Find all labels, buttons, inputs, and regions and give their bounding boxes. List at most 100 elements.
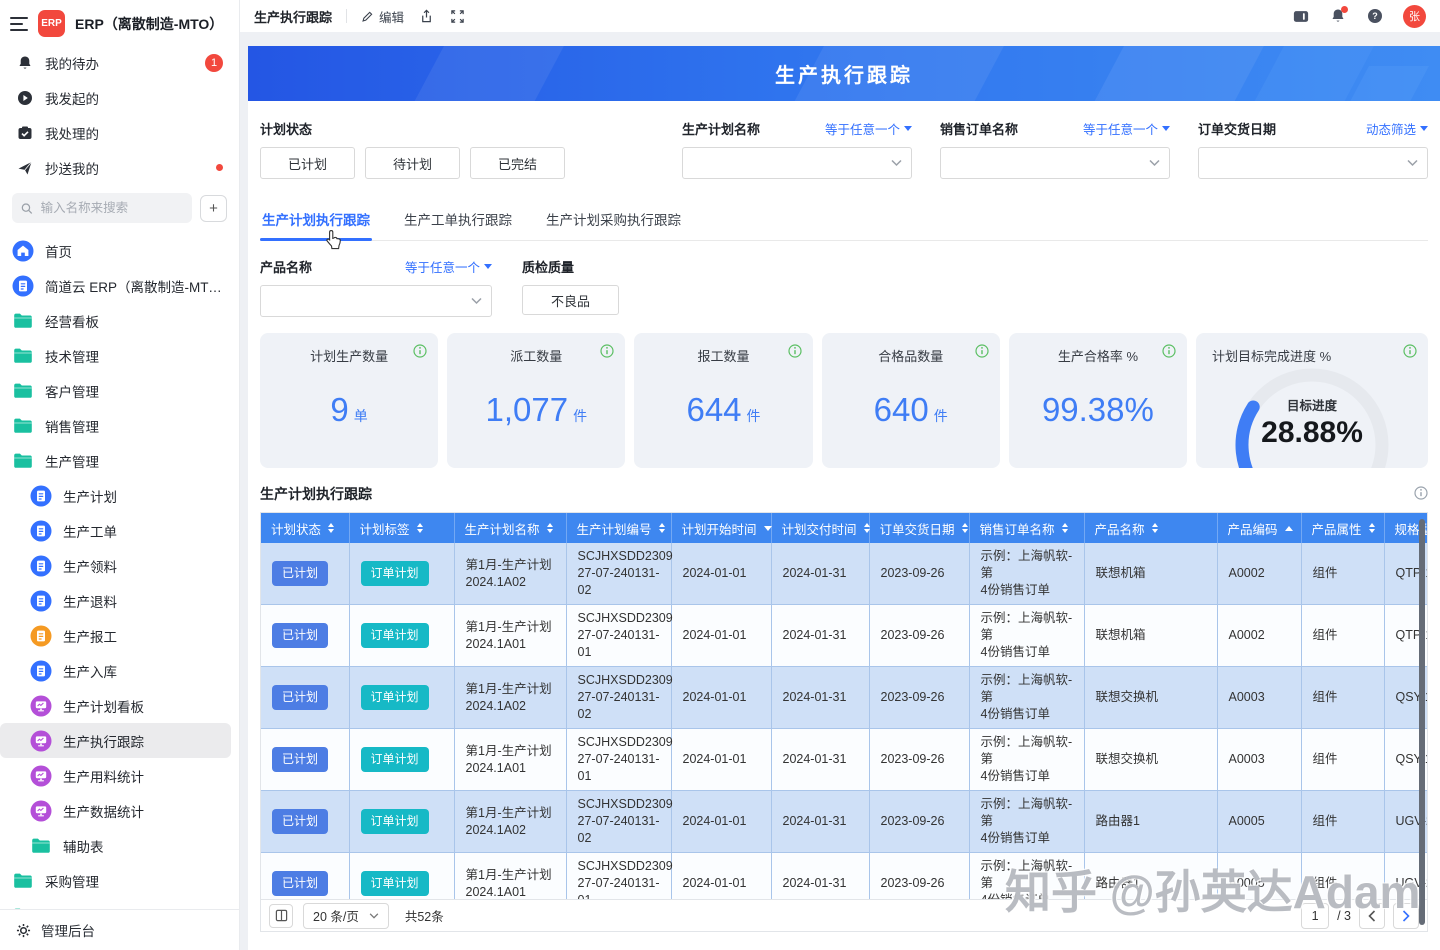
help-icon[interactable]: ? xyxy=(1366,8,1383,25)
tab-生产计划采购执行跟踪[interactable]: 生产计划采购执行跟踪 xyxy=(544,203,683,240)
sidebar-item-辅助表[interactable]: 辅助表 xyxy=(0,828,231,863)
info-icon[interactable] xyxy=(975,344,989,363)
sidebar-item-经营看板[interactable]: 经营看板 xyxy=(0,303,231,338)
page-size-select[interactable]: 20 条/页 xyxy=(303,903,389,929)
table-row[interactable]: 已计划订单计划第1月-生产计划 2024.1A02SCJHXSDD2309 27… xyxy=(261,543,1427,605)
fullscreen-button[interactable] xyxy=(449,8,466,25)
info-icon[interactable] xyxy=(788,344,802,363)
status-filter-button[interactable]: 待计划 xyxy=(365,147,460,179)
tab-生产工单执行跟踪[interactable]: 生产工单执行跟踪 xyxy=(402,203,514,240)
notification-bell-icon[interactable] xyxy=(1329,8,1346,25)
sidebar-item-生产入库[interactable]: 生产入库 xyxy=(0,653,231,688)
filter-select[interactable] xyxy=(1198,147,1428,179)
table-row[interactable]: 已计划订单计划第1月-生产计划 2024.1A01SCJHXSDD2309 27… xyxy=(261,729,1427,791)
kpi-card: 报工数量644件 xyxy=(634,333,812,468)
sidebar-item-生产数据统计[interactable]: 生产数据统计 xyxy=(0,793,231,828)
sidebar-item-生产用料统计[interactable]: 生产用料统计 xyxy=(0,758,231,793)
dash-icon xyxy=(30,765,52,787)
filter-operator[interactable]: 等于任意一个 xyxy=(825,119,912,138)
filter-operator[interactable]: 动态筛选 xyxy=(1366,119,1428,138)
sidebar-item-生产报工[interactable]: 生产报工 xyxy=(0,618,231,653)
plan-status-label: 计划状态 xyxy=(260,119,565,138)
bell-icon xyxy=(16,54,33,71)
filter-select[interactable] xyxy=(940,147,1170,179)
column-header-产品属性[interactable]: 产品属性 xyxy=(1301,513,1384,543)
column-header-计划标签[interactable]: 计划标签 xyxy=(349,513,454,543)
info-icon[interactable] xyxy=(413,344,427,363)
sidebar-item-label: 经营看板 xyxy=(45,311,99,331)
previous-page-button[interactable] xyxy=(1359,903,1385,929)
sidebar-item-生产领料[interactable]: 生产领料 xyxy=(0,548,231,583)
table-row[interactable]: 已计划订单计划第1月-生产计划 2024.1A01SCJHXSDD2309 27… xyxy=(261,853,1427,900)
sidebar-quick-item[interactable]: 我的待办1 xyxy=(0,45,239,80)
sidebar-item-销售管理[interactable]: 销售管理 xyxy=(0,408,231,443)
doc-icon xyxy=(30,485,52,507)
kpi-value: 99.38% xyxy=(1009,391,1187,429)
sidebar-item-简道云 ERP（离散制造-MTO）...[interactable]: 简道云 ERP（离散制造-MTO）... xyxy=(0,268,231,303)
status-filter-button[interactable]: 已完结 xyxy=(470,147,565,179)
status-filter-button[interactable]: 已计划 xyxy=(260,147,355,179)
cursor-hand-icon xyxy=(324,229,344,251)
admin-console-item[interactable]: 管理后台 xyxy=(0,909,239,950)
product-filter-operator[interactable]: 等于任意一个 xyxy=(405,257,492,276)
search-box[interactable] xyxy=(12,193,192,223)
column-header-计划交付时间[interactable]: 计划交付时间 xyxy=(771,513,869,543)
column-header-计划状态[interactable]: 计划状态 xyxy=(261,513,349,543)
column-header-产品名称[interactable]: 产品名称 xyxy=(1084,513,1217,543)
share-button[interactable] xyxy=(418,8,435,25)
info-icon[interactable] xyxy=(600,344,614,363)
add-button[interactable]: + xyxy=(200,195,227,222)
column-header-订单交货日期[interactable]: 订单交货日期 xyxy=(869,513,969,543)
defective-filter-button[interactable]: 不良品 xyxy=(522,285,619,315)
user-avatar[interactable]: 张 xyxy=(1403,5,1426,28)
next-page-button[interactable] xyxy=(1393,903,1419,929)
tab-生产计划执行跟踪[interactable]: 生产计划执行跟踪 xyxy=(260,203,372,240)
table-row[interactable]: 已计划订单计划第1月-生产计划 2024.1A01SCJHXSDD2309 27… xyxy=(261,605,1427,667)
app-root: ERP ERP（离散制造-MTO） 我的待办1我发起的我处理的抄送我的 + 首页… xyxy=(0,0,1440,950)
dashboard-content: 生产执行跟踪 计划状态 已计划待计划已完结 生产计划名称等于任意一个销售订单名称… xyxy=(248,46,1440,950)
sidebar-item-采购管理[interactable]: 采购管理 xyxy=(0,863,231,898)
table-cell: 2023-09-26 xyxy=(869,605,969,667)
sidebar-item-生产工单[interactable]: 生产工单 xyxy=(0,513,231,548)
kpi-card: 生产合格率 %99.38% xyxy=(1009,333,1187,468)
sidebar-item-生产退料[interactable]: 生产退料 xyxy=(0,583,231,618)
sidebar-item-生产计划看板[interactable]: 生产计划看板 xyxy=(0,688,231,723)
product-select[interactable] xyxy=(260,285,492,317)
kpi-unit: 件 xyxy=(934,408,948,424)
sidebar-item-技术管理[interactable]: 技术管理 xyxy=(0,338,231,373)
info-icon[interactable] xyxy=(1403,344,1417,363)
filter-operator[interactable]: 等于任意一个 xyxy=(1083,119,1170,138)
sidebar-item-客户管理[interactable]: 客户管理 xyxy=(0,373,231,408)
sidebar-item-生产计划[interactable]: 生产计划 xyxy=(0,478,231,513)
table-row[interactable]: 已计划订单计划第1月-生产计划 2024.1A02SCJHXSDD2309 27… xyxy=(261,791,1427,853)
column-header-计划开始时间[interactable]: 计划开始时间 xyxy=(671,513,771,543)
column-header-inner: 生产计划名称 xyxy=(465,519,556,538)
column-settings-button[interactable] xyxy=(269,904,293,928)
column-header-生产计划名称[interactable]: 生产计划名称 xyxy=(454,513,566,543)
hamburger-menu-icon[interactable] xyxy=(10,17,28,31)
app-title: ERP（离散制造-MTO） xyxy=(75,14,223,34)
table-row[interactable]: 已计划订单计划第1月-生产计划 2024.1A02SCJHXSDD2309 27… xyxy=(261,667,1427,729)
table-info-icon[interactable] xyxy=(1414,486,1428,503)
sidebar-quick-item[interactable]: 抄送我的 xyxy=(0,150,239,185)
column-header-label: 生产计划编号 xyxy=(577,519,652,538)
column-header-销售订单名称[interactable]: 销售订单名称 xyxy=(969,513,1084,543)
filter-select[interactable] xyxy=(682,147,912,179)
sidebar-quick-item[interactable]: 我发起的 xyxy=(0,80,239,115)
sidebar-item-首页[interactable]: 首页 xyxy=(0,233,231,268)
column-header-产品编码[interactable]: 产品编码 xyxy=(1217,513,1301,543)
info-icon[interactable] xyxy=(1162,344,1176,363)
page-number-input[interactable]: 1 xyxy=(1301,903,1329,929)
column-header-生产计划编号[interactable]: 生产计划编号 xyxy=(566,513,671,543)
sidebar-quick-item[interactable]: 我处理的 xyxy=(0,115,239,150)
sidebar-item-生产执行跟踪[interactable]: 生产执行跟踪 xyxy=(0,723,231,758)
vertical-scrollbar[interactable] xyxy=(1419,519,1425,925)
search-input[interactable] xyxy=(39,200,183,216)
sort-icon xyxy=(417,523,423,533)
task-icon xyxy=(16,124,33,141)
panel-toggle-icon[interactable] xyxy=(1292,8,1309,25)
sidebar-item-库存管理[interactable]: 库存管理 xyxy=(0,898,231,909)
sidebar-item-生产管理[interactable]: 生产管理 xyxy=(0,443,231,478)
edit-button[interactable]: 编辑 xyxy=(361,7,404,26)
table-cell: 2024-01-01 xyxy=(671,543,771,605)
